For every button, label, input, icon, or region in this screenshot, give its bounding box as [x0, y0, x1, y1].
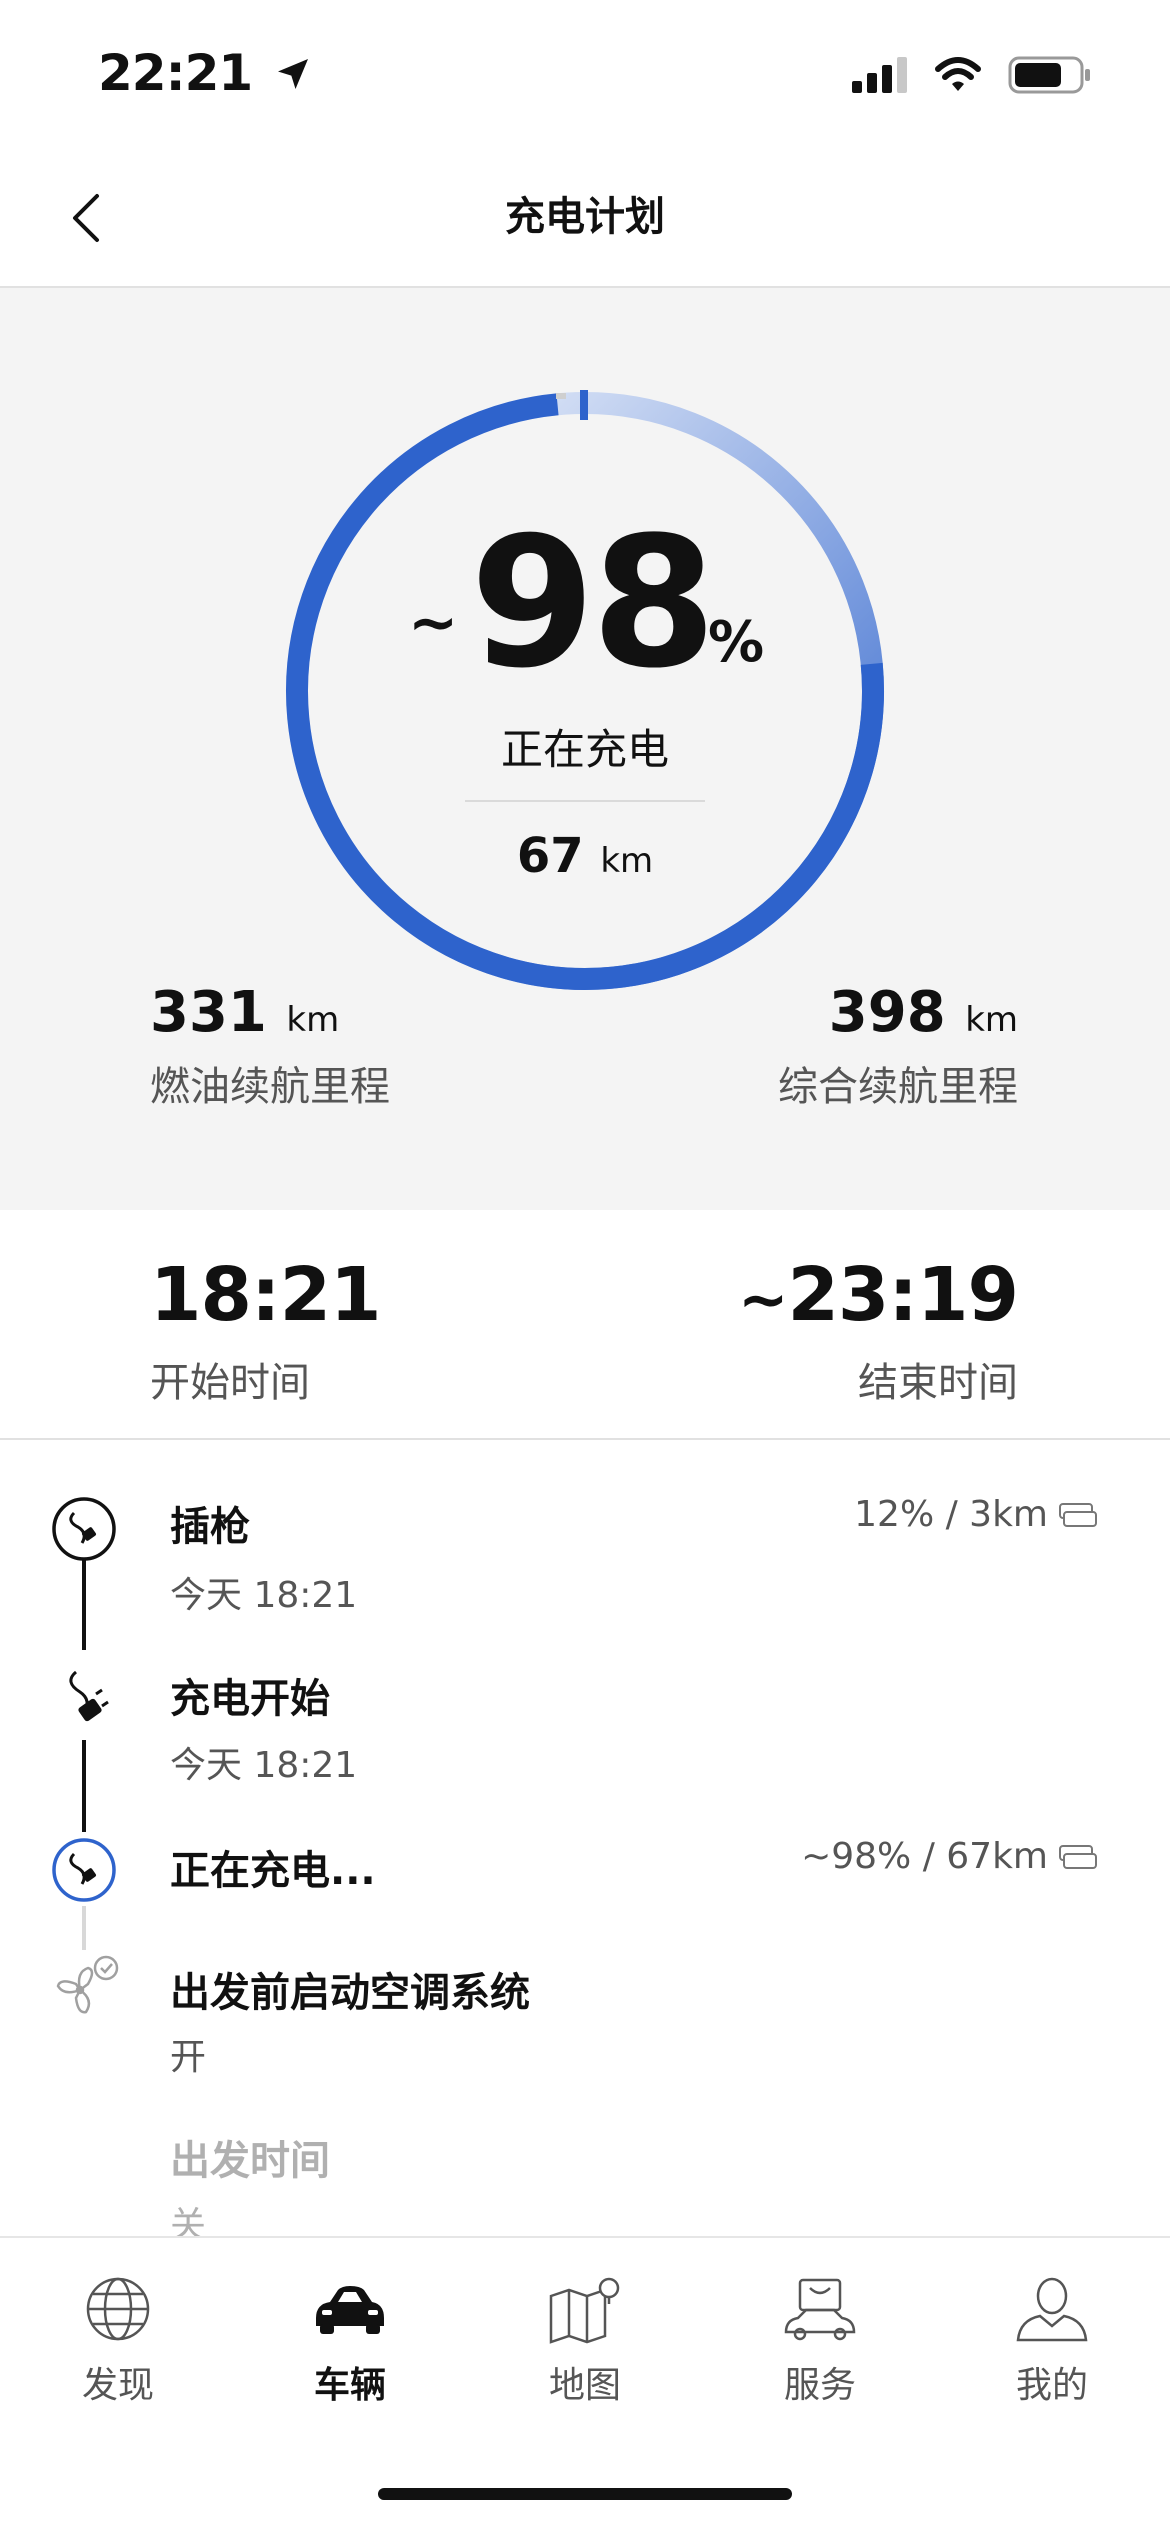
- plug-icon: [69, 1670, 109, 1722]
- electric-range-value: 67: [516, 828, 584, 884]
- plug-connected-icon: [52, 1497, 116, 1561]
- combined-range-label: 综合续航里程: [778, 1064, 1018, 1110]
- timeline-right-plugged-text: 12% / 3km: [854, 1494, 1048, 1535]
- fuel-range-value: 331: [150, 980, 267, 1045]
- end-time-value: 23:19: [787, 1252, 1019, 1338]
- combined-range-unit: km: [965, 1000, 1018, 1040]
- status-icons: [852, 56, 1092, 94]
- profile-icon: [1016, 2277, 1088, 2342]
- tab-vehicle[interactable]: 车辆: [270, 2274, 430, 2408]
- timeline-subtitle-plugged: 今天 18:21: [170, 1575, 358, 1616]
- timeline-right-charging-text: ~98% / 67km: [801, 1836, 1048, 1877]
- battery-stack-icon: [1059, 1844, 1097, 1869]
- tab-service[interactable]: 服务: [740, 2274, 900, 2408]
- tab-discover[interactable]: 发现: [38, 2274, 198, 2408]
- fuel-range: 331 km: [150, 980, 339, 1045]
- charge-status-label: 正在充电: [500, 725, 669, 774]
- tab-vehicle-label: 车辆: [313, 2365, 386, 2406]
- nav-header: 充电计划: [0, 150, 1170, 288]
- service-icon: [784, 2278, 856, 2341]
- charging-active-icon: [52, 1838, 116, 1902]
- ring-divider: [465, 800, 705, 802]
- page-title: 充电计划: [505, 194, 665, 240]
- tab-profile[interactable]: 我的: [972, 2274, 1132, 2408]
- timeline-title-departure: 出发时间: [170, 2138, 330, 2184]
- status-time-text: 22:21: [98, 44, 253, 102]
- battery-icon: [1008, 56, 1090, 94]
- wifi-icon: [935, 57, 981, 91]
- status-time: 22:21: [98, 44, 313, 102]
- timeline-connector-pending: [82, 1906, 86, 1950]
- timeline-connector: [82, 1560, 86, 1650]
- combined-range-value: 398: [828, 980, 946, 1045]
- fuel-range-label: 燃油续航里程: [150, 1064, 390, 1110]
- tab-service-label: 服务: [783, 2365, 856, 2406]
- timeline-title-charge-start: 充电开始: [170, 1676, 330, 1722]
- charge-ring-tick: [556, 393, 566, 399]
- timeline-connector: [82, 1740, 86, 1832]
- combined-range: 398 km: [829, 980, 1018, 1045]
- timeline-right-plugged: 12% / 3km: [854, 1494, 1098, 1535]
- charge-status-panel: ~ 98 % 正在充电 67 km 331 km 燃油续航里程 398 km 综…: [0, 288, 1170, 1210]
- end-time-label: 结束时间: [858, 1360, 1018, 1406]
- car-icon: [316, 2286, 384, 2334]
- start-time-label: 开始时间: [150, 1360, 310, 1406]
- charge-percent: 98: [470, 499, 716, 708]
- battery-stack-icon: [1059, 1502, 1097, 1527]
- tab-discover-label: 发现: [81, 2365, 154, 2406]
- location-arrow-icon: [277, 59, 308, 89]
- electric-range: 67 km: [0, 828, 1170, 884]
- cellular-signal-icon: [852, 57, 907, 93]
- tab-map-label: 地图: [548, 2365, 621, 2406]
- timeline-title-climate: 出发前启动空调系统: [170, 1970, 530, 2016]
- climate-fan-icon: [56, 1955, 119, 2014]
- tab-profile-label: 我的: [1015, 2365, 1088, 2406]
- end-time-approx: ~: [738, 1265, 788, 1335]
- timeline-title-plugged: 插枪: [170, 1504, 250, 1550]
- map-icon: [549, 2277, 620, 2344]
- end-time: ~23:19: [738, 1252, 1019, 1338]
- timeline-right-charging: ~98% / 67km: [801, 1836, 1098, 1877]
- home-indicator: [378, 2488, 792, 2500]
- percent-sign: %: [708, 610, 765, 675]
- charge-ring-marker: [580, 390, 588, 420]
- globe-icon: [86, 2277, 150, 2341]
- timeline-subtitle-charge-start: 今天 18:21: [170, 1745, 358, 1786]
- timeline-subtitle-climate: 开: [170, 2037, 207, 2078]
- section-divider: [0, 1438, 1170, 1440]
- timeline-title-charging: 正在充电...: [170, 1848, 376, 1894]
- tab-map[interactable]: 地图: [505, 2274, 665, 2408]
- fuel-range-unit: km: [286, 1000, 340, 1040]
- electric-range-unit: km: [600, 841, 654, 881]
- start-time-value: 18:21: [150, 1252, 382, 1338]
- percent-approx: ~: [408, 588, 459, 658]
